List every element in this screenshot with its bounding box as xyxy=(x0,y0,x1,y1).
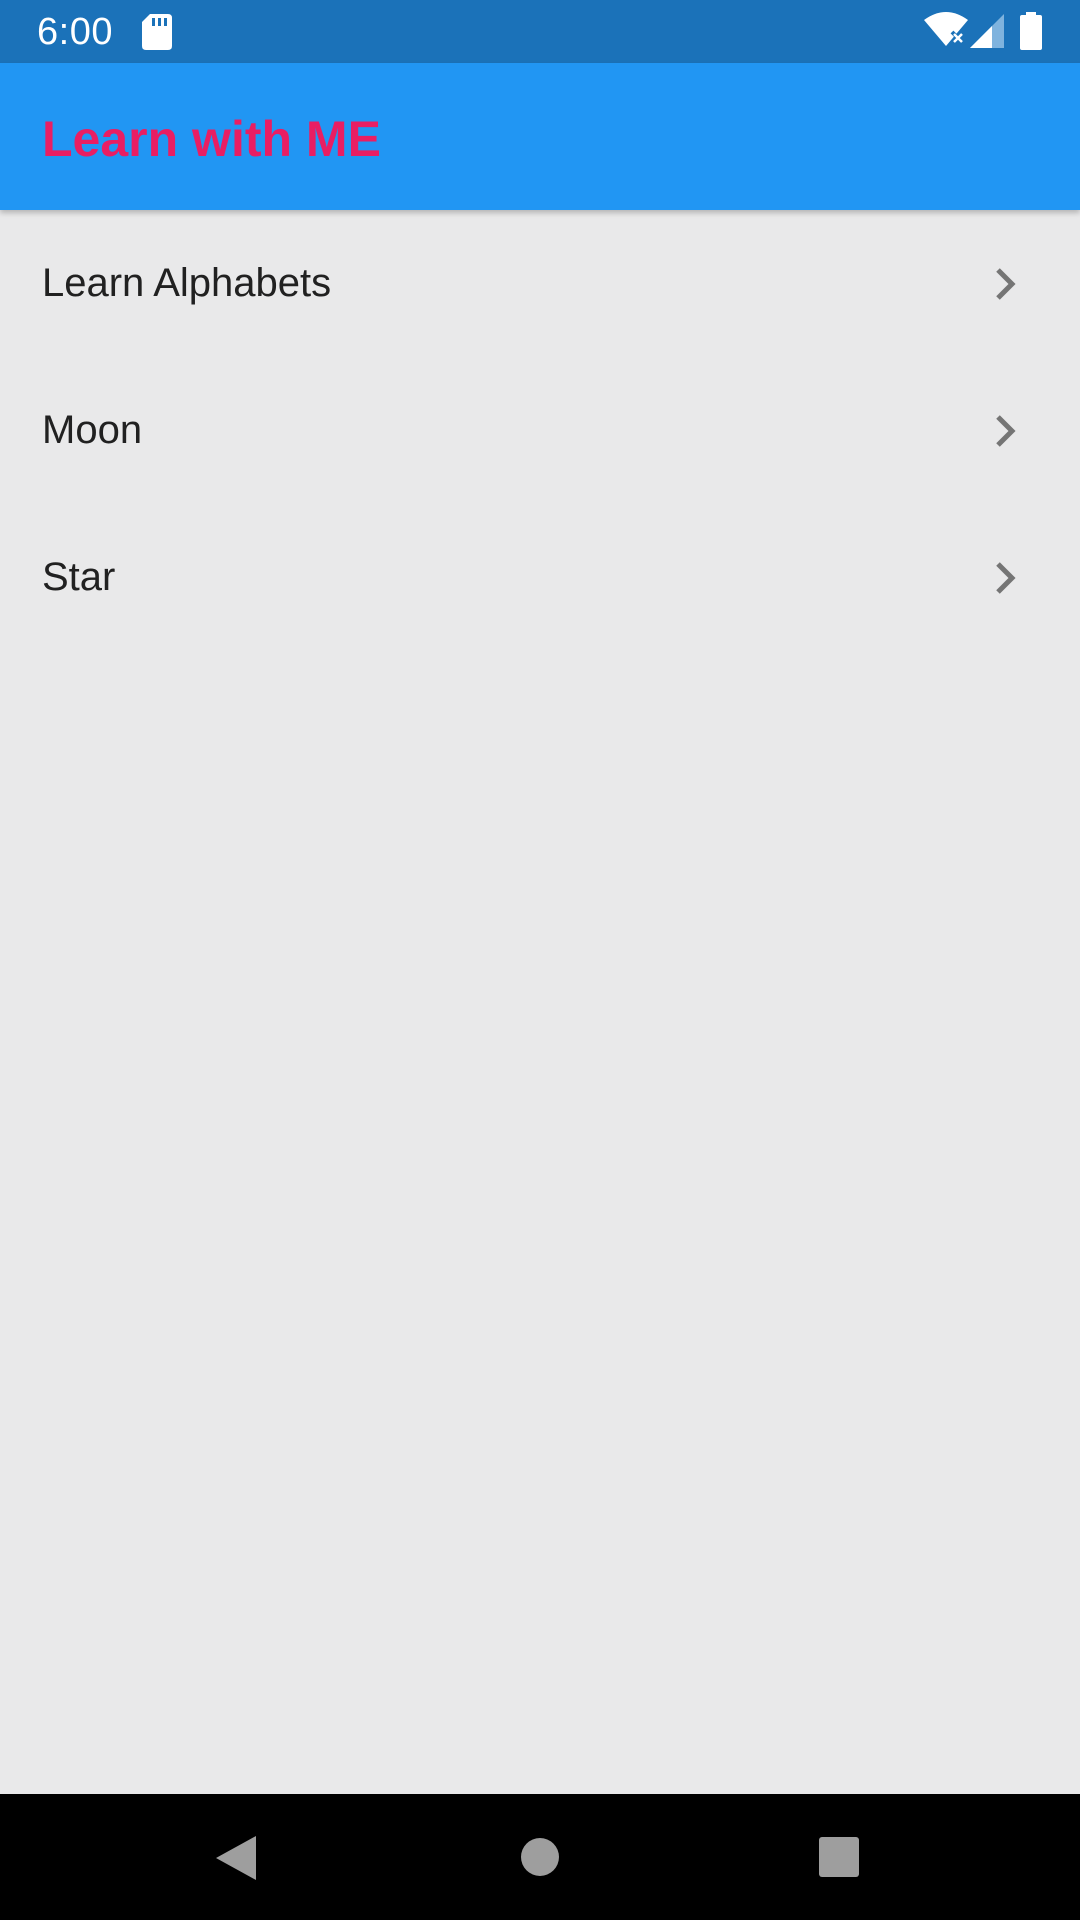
back-icon[interactable] xyxy=(216,1834,260,1882)
list-item-label: Moon xyxy=(42,408,143,452)
battery-icon xyxy=(1020,12,1042,50)
screen: 6:00 Learn with ME Learn Alphabets Moon … xyxy=(0,0,1080,1920)
home-icon[interactable] xyxy=(519,1836,561,1878)
status-bar: 6:00 xyxy=(0,0,1080,63)
list-item-label: Star xyxy=(42,555,116,599)
menu-list: Learn Alphabets Moon Star xyxy=(0,210,1080,651)
list-item-moon[interactable]: Moon xyxy=(0,357,1080,504)
chevron-right-icon xyxy=(996,415,1016,447)
list-item-learn-alphabets[interactable]: Learn Alphabets xyxy=(0,210,1080,357)
sd-card-icon xyxy=(142,14,172,50)
list-item-label: Learn Alphabets xyxy=(42,261,332,305)
cell-signal-icon xyxy=(970,14,1004,48)
recents-icon[interactable] xyxy=(818,1836,860,1878)
app-title: Learn with ME xyxy=(42,111,381,167)
status-time: 6:00 xyxy=(37,11,113,53)
wifi-icon xyxy=(924,12,968,46)
navigation-bar xyxy=(0,1794,1080,1920)
list-item-star[interactable]: Star xyxy=(0,504,1080,651)
chevron-right-icon xyxy=(996,268,1016,300)
chevron-right-icon xyxy=(996,562,1016,594)
app-bar: Learn with ME xyxy=(0,63,1080,210)
